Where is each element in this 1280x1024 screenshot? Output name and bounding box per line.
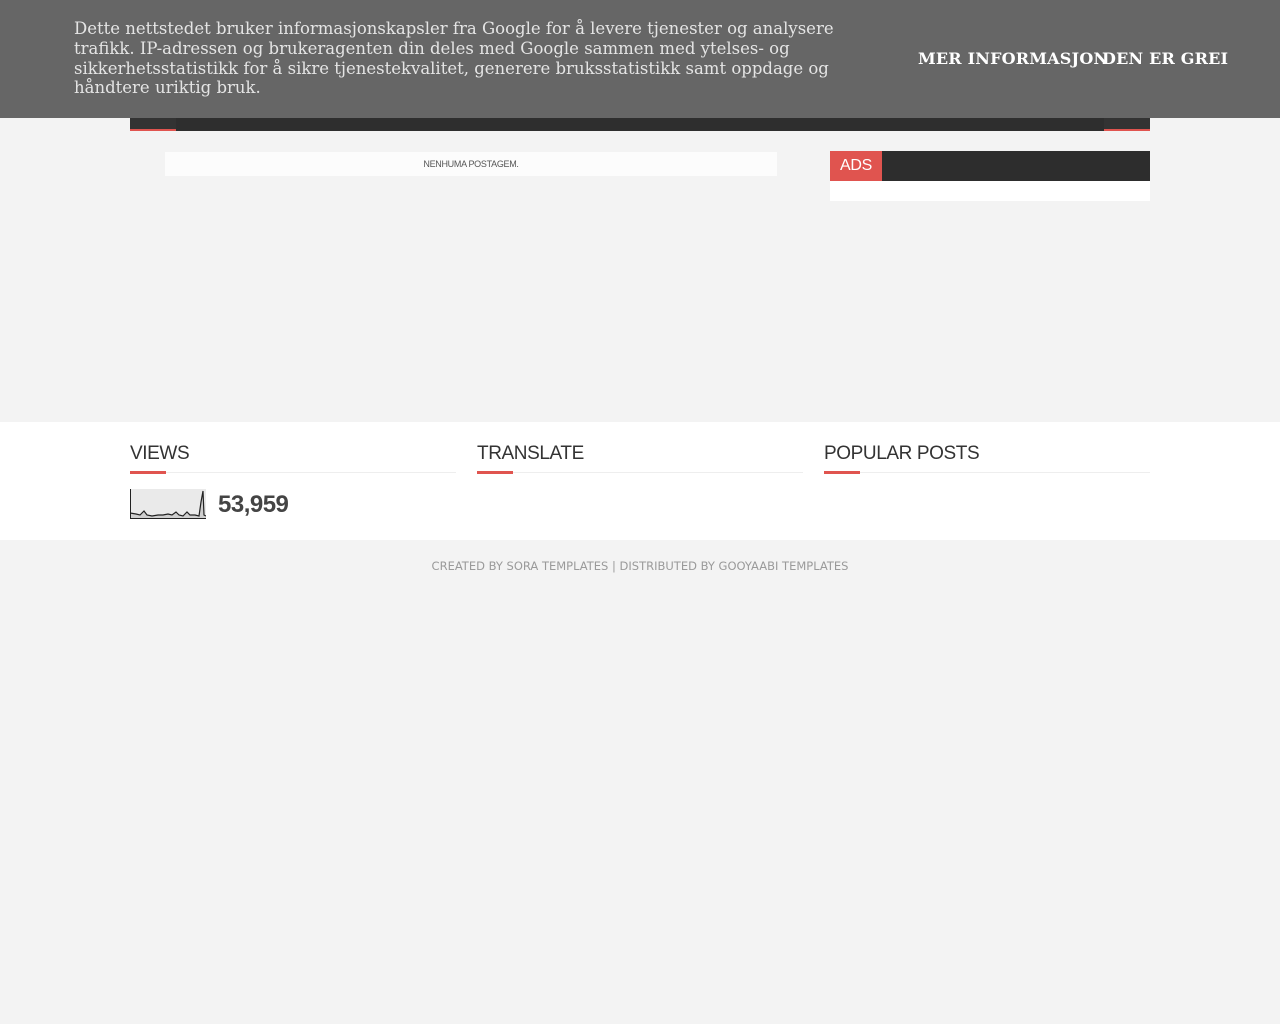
views-count: 53,959 [218,491,289,518]
distributed-by-link[interactable]: Distributed By Gooyaabi Templates [620,559,849,573]
more-information-link[interactable]: MER INFORMASJON [918,49,1108,68]
footer-widgets: Views 53,959 Translate Popular Posts [0,422,1280,540]
credits-separator: | [608,559,620,573]
cookie-consent-text: Dette nettstedet bruker informasjonskaps… [74,19,834,98]
ads-widget-body [830,181,1150,201]
views-sparkline-icon [130,489,206,519]
ads-widget-title: ADS [830,151,882,181]
popular-posts-widget-title: Popular Posts [824,442,1150,474]
translate-widget: Translate [477,442,803,474]
accept-cookies-button[interactable]: DEN ER GREI [1102,49,1228,68]
views-widget-title: Views [130,442,456,474]
nav-home-accent[interactable] [130,118,176,131]
views-widget-title-text: Views [130,443,190,464]
translate-widget-title-text: Translate [477,443,584,464]
cookie-consent-banner: Dette nettstedet bruker informasjonskaps… [0,0,1280,118]
nav-search-accent[interactable] [1104,118,1150,131]
title-underline [477,471,513,474]
views-stats: 53,959 [130,489,456,521]
footer-credits: Created By Sora Templates | Distributed … [0,558,1280,574]
popular-posts-widget: Popular Posts [824,442,1150,474]
popular-posts-widget-title-text: Popular Posts [824,443,980,464]
ads-widget: ADS [830,151,1150,201]
translate-widget-title: Translate [477,442,803,474]
no-posts-message: Nenhuma postagem. [165,152,777,176]
title-underline [130,471,166,474]
views-widget: Views 53,959 [130,442,456,519]
ads-widget-header: ADS [830,151,1150,181]
title-underline [824,471,860,474]
created-by-link[interactable]: Created By Sora Templates [432,559,609,573]
